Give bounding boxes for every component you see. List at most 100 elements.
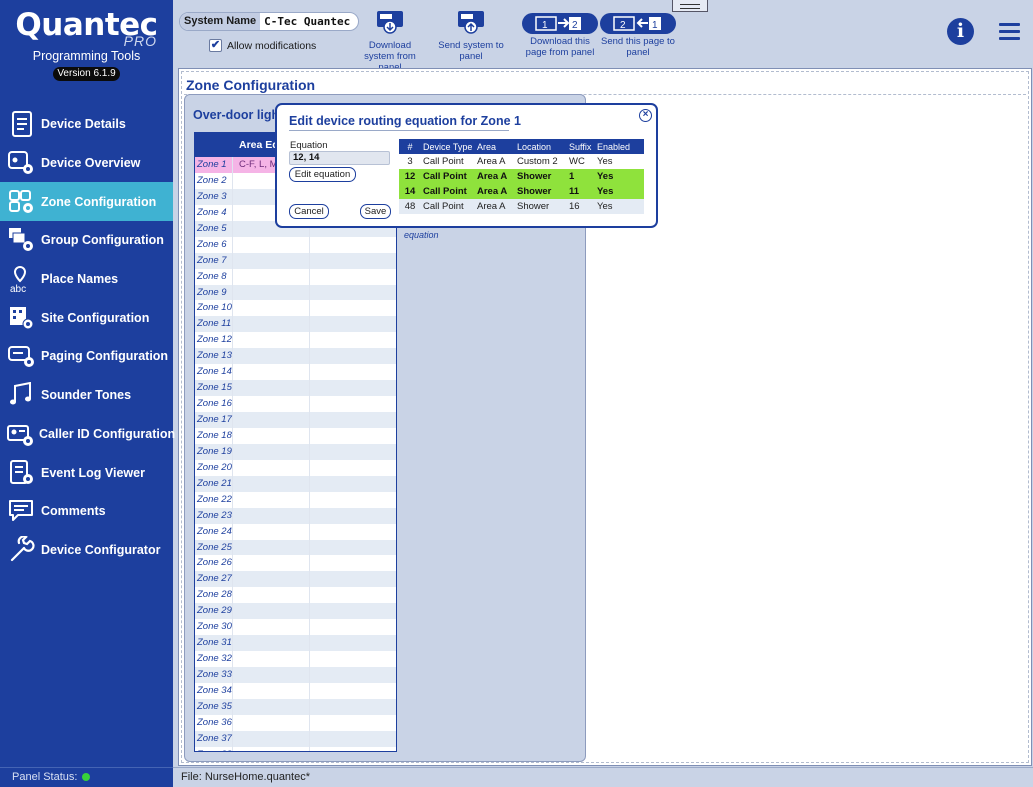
zone-row[interactable]: Zone 38 [195,746,396,751]
zone-row[interactable]: Zone 19 [195,443,396,460]
zone-equation[interactable] [233,698,310,715]
device-row[interactable]: 14 Call Point Area A Shower 11 Yes [399,184,644,199]
zone-name: Zone 31 [195,635,233,652]
zone-equation[interactable] [233,682,310,699]
zone-equation[interactable] [233,332,310,349]
sidebar-item-place-names[interactable]: abc Place Names [0,260,173,299]
zone-equation[interactable] [233,619,310,636]
sidebar-item-caller-id-configuration[interactable]: Caller ID Configuration [0,415,175,454]
zone-row[interactable]: Zone 28 [195,587,396,604]
close-icon[interactable]: × [639,109,652,122]
zone-row[interactable]: Zone 23 [195,507,396,524]
zone-equation[interactable] [233,284,310,301]
sidebar-item-comments[interactable]: Comments [0,492,173,531]
zone-equation[interactable] [233,730,310,747]
sidebar-item-device-configurator[interactable]: Device Configurator [0,531,173,570]
zone-equation[interactable] [233,651,310,667]
zone-equation[interactable] [233,507,310,524]
zone-row[interactable]: Zone 7 [195,252,396,269]
zone-equation[interactable] [233,443,310,460]
sidebar-item-device-overview[interactable]: Device Overview [0,144,173,183]
sidebar-item-event-log-viewer[interactable]: Event Log Viewer [0,453,173,492]
zone-equation[interactable] [233,555,310,572]
collapse-handle[interactable] [672,0,708,12]
zone-equation[interactable] [233,236,310,253]
device-row[interactable]: 12 Call Point Area A Shower 1 Yes [399,169,644,184]
device-row[interactable]: 48 Call Point Area A Shower 16 Yes [399,199,644,214]
zone-equation[interactable] [233,427,310,444]
zone-equation[interactable] [233,348,310,365]
zone-row[interactable]: Zone 35 [195,698,396,715]
download-system-button[interactable]: Download system from panel [353,10,427,73]
zone-row[interactable]: Zone 36 [195,714,396,731]
zone-equation[interactable] [233,714,310,731]
info-icon[interactable]: i [947,18,974,45]
allow-modifications-checkbox[interactable]: ✔ [209,39,222,52]
sidebar-item-paging-configuration[interactable]: Paging Configuration [0,337,173,376]
zone-row[interactable]: Zone 11 [195,316,396,333]
zone-row[interactable]: Zone 20 [195,459,396,476]
zone-row[interactable]: Zone 32 [195,651,396,667]
system-name-value[interactable]: C-Tec Quantec [260,15,358,28]
zone-equation[interactable] [233,316,310,333]
zone-equation[interactable] [233,539,310,556]
send-system-button[interactable]: Send system to panel [435,10,507,62]
zone-row[interactable]: Zone 30 [195,619,396,636]
zone-row[interactable]: Zone 10 [195,300,396,317]
zone-row[interactable]: Zone 14 [195,364,396,381]
zone-row[interactable]: Zone 6 [195,236,396,253]
zone-name: Zone 29 [195,603,233,620]
edit-equation-button[interactable]: Edit equation [289,167,356,182]
sidebar-item-device-details[interactable]: Device Details [0,105,173,144]
zone-row[interactable]: Zone 9 [195,284,396,301]
sidebar-item-zone-configuration[interactable]: Zone Configuration [0,182,173,222]
device-row[interactable]: 3 Call Point Area A Custom 2 WC Yes [399,154,644,169]
zone-equation[interactable] [233,571,310,588]
zone-equation[interactable] [233,380,310,397]
sidebar-item-site-configuration[interactable]: Site Configuration [0,298,173,337]
zone-equation[interactable] [233,300,310,317]
zone-row[interactable]: Zone 27 [195,571,396,588]
zone-equation[interactable] [233,746,310,751]
zone-row[interactable]: Zone 34 [195,682,396,699]
sidebar-item-sounder-tones[interactable]: Sounder Tones [0,376,173,415]
zone-equation[interactable] [233,603,310,620]
zone-row[interactable]: Zone 31 [195,635,396,652]
zone-row[interactable]: Zone 25 [195,539,396,556]
hamburger-menu-icon[interactable] [999,23,1020,40]
zone-row[interactable]: Zone 12 [195,332,396,349]
zone-equation[interactable] [233,412,310,428]
zone-equation[interactable] [233,396,310,412]
zone-equation[interactable] [233,667,310,683]
zone-row[interactable]: Zone 29 [195,603,396,620]
zone-equation[interactable] [233,268,310,285]
zone-row[interactable]: Zone 15 [195,380,396,397]
zone-equation[interactable] [233,587,310,604]
zone-row[interactable]: Zone 8 [195,268,396,285]
system-name-field[interactable]: System Name C-Tec Quantec [179,12,360,31]
zone-equation[interactable] [233,252,310,269]
zone-equation[interactable] [233,364,310,381]
zone-row[interactable]: Zone 26 [195,555,396,572]
zone-equation[interactable] [233,491,310,508]
download-page-button[interactable]: 12 [522,13,598,34]
allow-modifications[interactable]: ✔ Allow modifications [209,39,316,52]
zone-row[interactable]: Zone 22 [195,491,396,508]
cancel-button[interactable]: Cancel [289,204,329,219]
zone-row[interactable]: Zone 24 [195,523,396,540]
zone-equation[interactable] [233,459,310,476]
zone-equation[interactable] [233,523,310,540]
zone-equation[interactable] [233,635,310,652]
save-button[interactable]: Save [360,204,391,219]
zone-row[interactable]: Zone 16 [195,396,396,412]
zone-row[interactable]: Zone 18 [195,427,396,444]
zone-row[interactable]: Zone 37 [195,730,396,747]
zone-row[interactable]: Zone 33 [195,667,396,683]
zone-equation[interactable] [233,475,310,492]
sidebar-item-group-configuration[interactable]: Group Configuration [0,221,173,260]
send-page-button[interactable]: 21 [600,13,676,34]
zone-row[interactable]: Zone 21 [195,475,396,492]
equation-field[interactable]: 12, 14 [289,151,390,165]
zone-row[interactable]: Zone 13 [195,348,396,365]
zone-row[interactable]: Zone 17 [195,412,396,428]
